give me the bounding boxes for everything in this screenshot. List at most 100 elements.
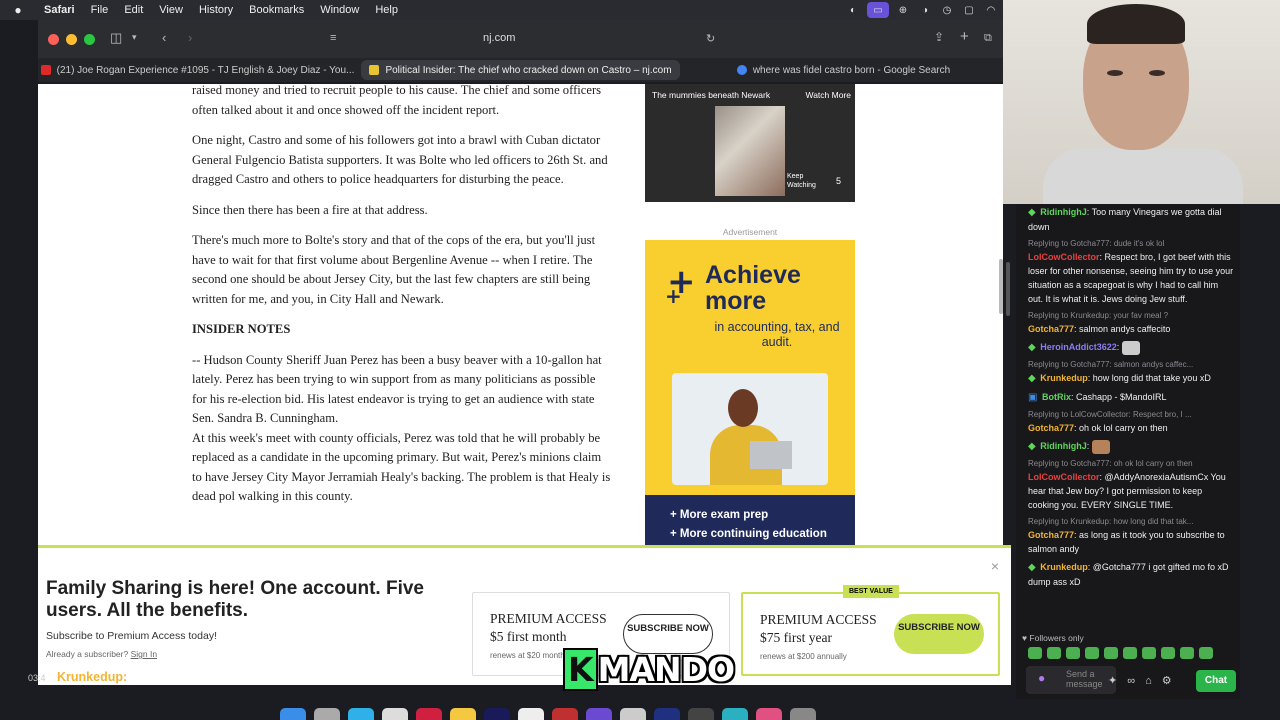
watch-more-link[interactable]: Watch More: [805, 90, 851, 100]
dock-app-icon[interactable]: [654, 708, 680, 720]
menu-file[interactable]: File: [83, 4, 117, 16]
chevron-down-icon[interactable]: ▾: [132, 32, 137, 43]
sign-in-link[interactable]: Sign In: [131, 649, 157, 659]
emote-icon[interactable]: [1123, 647, 1137, 659]
dock-app-icon[interactable]: [722, 708, 748, 720]
google-favicon-icon: [736, 65, 747, 75]
emote-icon[interactable]: [1180, 647, 1194, 659]
chat-username[interactable]: Gotcha777: [1028, 423, 1074, 433]
menu-edit[interactable]: Edit: [116, 4, 151, 16]
page-scrollbar[interactable]: [999, 259, 1003, 314]
emote-icon[interactable]: [1161, 647, 1175, 659]
dock-app-icon[interactable]: [518, 708, 544, 720]
close-icon[interactable]: ×: [991, 558, 999, 574]
subscribe-annual-button[interactable]: SUBSCRIBE NOW: [894, 614, 984, 654]
close-window-button[interactable]: [48, 34, 59, 45]
tab-google[interactable]: where was fidel castro born - Google Sea…: [684, 58, 1003, 82]
media-icon[interactable]: ◑: [917, 2, 933, 18]
chat-username[interactable]: LolCowCollector: [1028, 252, 1100, 262]
grid-icon[interactable]: ⊕: [895, 2, 911, 18]
address-bar[interactable]: nj.com: [483, 32, 515, 44]
chat-username[interactable]: LolCowCollector: [1028, 472, 1100, 482]
chat-toolbar: ✦ ∞ ⌂ ⚙: [1108, 674, 1172, 688]
chat-username[interactable]: Gotcha777: [1028, 324, 1074, 334]
tab-njcom[interactable]: Political Insider: The chief who cracked…: [361, 60, 680, 80]
apple-icon[interactable]: ●: [0, 3, 36, 17]
ad-label: Advertisement: [722, 227, 778, 237]
chat-username[interactable]: RidinhighJ: [1040, 441, 1087, 451]
chat-scrollbar[interactable]: [1006, 262, 1010, 316]
menu-window[interactable]: Window: [312, 4, 367, 16]
youtube-favicon-icon: [40, 65, 51, 75]
display-ad[interactable]: + + Achieve more in accounting, tax, and…: [645, 240, 855, 545]
display-icon[interactable]: ▢: [961, 2, 977, 18]
new-tab-icon[interactable]: +: [960, 28, 969, 45]
tab-youtube[interactable]: (21) Joe Rogan Experience #1095 - TJ Eng…: [38, 58, 357, 82]
reload-icon[interactable]: ↻: [706, 32, 715, 45]
emote-icon: [1121, 340, 1140, 355]
chat-send-button[interactable]: Chat: [1196, 670, 1236, 692]
ad-headline-line: more: [705, 287, 767, 315]
back-icon[interactable]: ‹: [162, 30, 166, 45]
chat-input[interactable]: ● Send a message: [1026, 666, 1116, 694]
zoom-window-button[interactable]: [84, 34, 95, 45]
chat-message: ◆ Krunkedup: @Gotcha777 i got gifted mo …: [1028, 562, 1229, 587]
emote-icon[interactable]: [1142, 647, 1156, 659]
emote-menu-icon[interactable]: ✦: [1108, 674, 1117, 688]
emote-icon[interactable]: [1028, 647, 1042, 659]
emote-icon[interactable]: [1047, 647, 1061, 659]
screen-record-icon[interactable]: ▭: [867, 2, 889, 18]
chat-username[interactable]: HeroinAddict3622: [1040, 342, 1117, 352]
chat-username[interactable]: BotRix: [1042, 392, 1071, 402]
dock-app-icon[interactable]: [484, 708, 510, 720]
gear-icon[interactable]: ⚙: [1162, 674, 1172, 688]
minimize-window-button[interactable]: [66, 34, 77, 45]
menu-view[interactable]: View: [151, 4, 191, 16]
chat-username[interactable]: Krunkedup: [1040, 562, 1088, 572]
keep-watching-button[interactable]: Keep Watching: [787, 172, 822, 190]
sidebar-icon[interactable]: ◫: [110, 30, 122, 46]
menu-help[interactable]: Help: [367, 4, 406, 16]
subscribe-monthly-button[interactable]: SUBSCRIBE NOW: [623, 614, 713, 654]
link-icon[interactable]: ∞: [1127, 674, 1135, 688]
dock-app-icon[interactable]: [314, 708, 340, 720]
video-ad[interactable]: The mummies beneath Newark Watch More Ke…: [645, 84, 855, 202]
tab-overview-icon[interactable]: ⧉: [984, 32, 992, 45]
dock-app-icon[interactable]: [450, 708, 476, 720]
emote-icon[interactable]: [1066, 647, 1080, 659]
wifi-icon[interactable]: ◠: [983, 2, 999, 18]
photo-laptop: [750, 441, 792, 469]
dock-app-icon[interactable]: [688, 708, 714, 720]
chat-username[interactable]: RidinhighJ: [1040, 207, 1087, 217]
dock-app-icon[interactable]: [348, 708, 374, 720]
chat-reply-context: Replying to Krunkedup: how long did that…: [1028, 517, 1194, 526]
chat-username[interactable]: Krunkedup: [1040, 373, 1088, 383]
chat-username[interactable]: Gotcha777: [1028, 530, 1074, 540]
article-paragraph: raised money and tried to recruit people…: [192, 84, 602, 117]
dock-app-icon[interactable]: [790, 708, 816, 720]
bot-badge-icon: ▣: [1028, 392, 1038, 403]
dock-app-icon[interactable]: [586, 708, 612, 720]
share-icon[interactable]: ⇪: [934, 30, 944, 44]
microphone-icon[interactable]: ●: [1038, 672, 1045, 684]
dock-app-icon[interactable]: [620, 708, 646, 720]
dock-app-icon[interactable]: [280, 708, 306, 720]
clock-icon[interactable]: ◷: [939, 2, 955, 18]
emote-icon[interactable]: [1085, 647, 1099, 659]
dock-app-icon[interactable]: [552, 708, 578, 720]
emote-icon[interactable]: [1199, 647, 1213, 659]
already-subscriber: Already a subscriber? Sign In: [46, 649, 157, 659]
reader-icon[interactable]: ≡: [330, 32, 336, 44]
menu-bookmarks[interactable]: Bookmarks: [241, 4, 312, 16]
store-icon[interactable]: ⌂: [1145, 674, 1152, 688]
emote-icon[interactable]: [1104, 647, 1118, 659]
chat-text: oh ok lol carry on then: [1079, 423, 1168, 433]
menu-history[interactable]: History: [191, 4, 241, 16]
menubar: ● Safari File Edit View History Bookmark…: [0, 0, 1003, 20]
menu-safari[interactable]: Safari: [36, 4, 83, 16]
dock-app-icon[interactable]: [382, 708, 408, 720]
dock-app-icon[interactable]: [416, 708, 442, 720]
forward-icon[interactable]: ›: [188, 30, 192, 45]
control-icon[interactable]: ◐: [845, 2, 861, 18]
dock-app-icon[interactable]: [756, 708, 782, 720]
